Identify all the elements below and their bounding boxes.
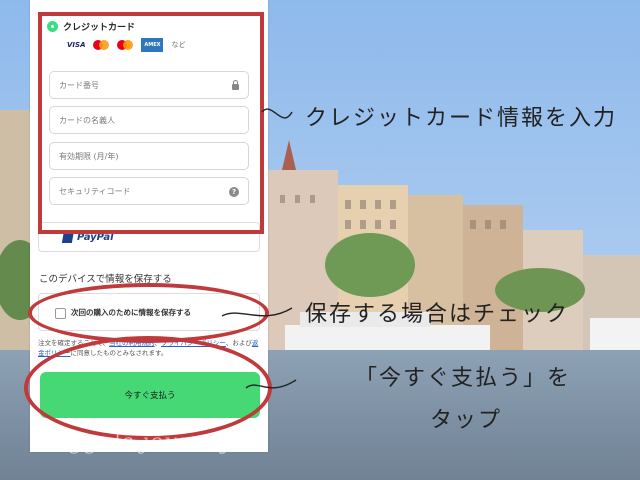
save-check-caption: 保存する場合はチェック [305,302,570,327]
pay-caption-line1: 「今すぐ支払う」を [355,366,572,391]
watermark: naggu's journey [40,430,234,455]
save-option-highlight [28,283,269,343]
pay-button-highlight [24,336,272,440]
card-info-highlight [38,12,264,234]
terms-mid: 、および [225,339,252,347]
pay-caption-line2: タップ [430,408,503,433]
card-info-caption: クレジットカード情報を入力 [305,106,618,131]
